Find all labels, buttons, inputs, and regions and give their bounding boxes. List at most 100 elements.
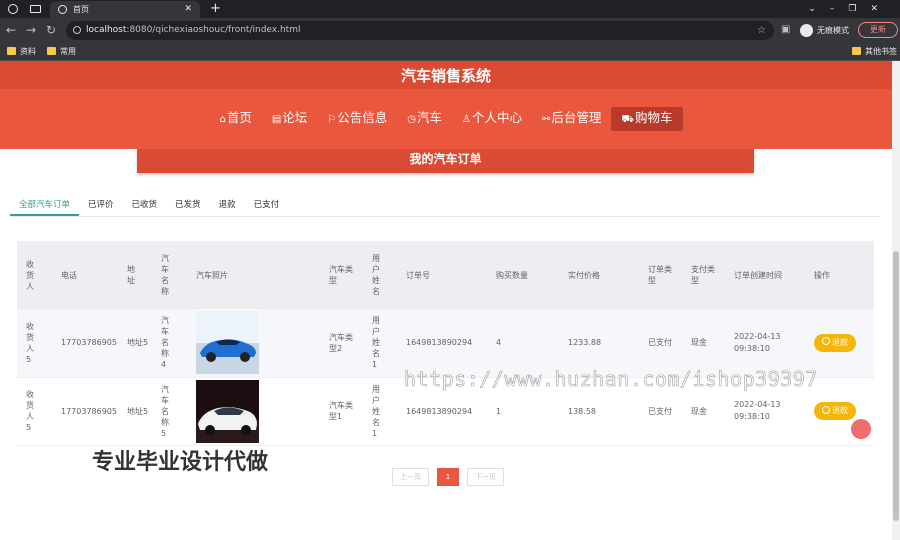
nav-cars[interactable]: ◷汽车 [397, 107, 452, 131]
column-header: 收货人 [26, 259, 34, 291]
address-cell: 地址5 [127, 338, 149, 348]
cart-icon: ⛟ [621, 114, 635, 125]
site-info-icon[interactable] [73, 26, 81, 34]
nav-label: 论坛 [282, 110, 308, 125]
close-tab-icon[interactable]: ✕ [184, 1, 192, 18]
table-header-row: 收货人 电话 地址 汽车名称 汽车照片 汽车类型 用户姓名 订单号 购买数量 实… [17, 241, 874, 309]
column-header: 操作 [810, 241, 874, 309]
car-photo-cell [192, 377, 325, 446]
car-name-cell: 汽车名称5 [161, 384, 169, 438]
tab-paid[interactable]: 已支付 [245, 195, 289, 216]
incognito-label: 无痕模式 [817, 26, 849, 35]
receiver-cell: 收货人5 [26, 321, 34, 364]
other-bookmarks[interactable]: 其他书签 [852, 43, 897, 60]
column-header: 订单号 [402, 241, 492, 309]
nav-label: 后台管理 [551, 110, 602, 125]
new-tab-button[interactable]: + [210, 0, 221, 18]
nav-label: 首页 [226, 110, 252, 125]
column-header: 购买数量 [492, 241, 564, 309]
page-number-current[interactable]: 1 [437, 468, 459, 486]
link-icon: ⚯ [542, 114, 551, 125]
column-header: 订单类型 [648, 265, 672, 285]
tab-reviewed[interactable]: 已评价 [79, 195, 123, 216]
browser-tab[interactable]: 首页 ✕ [50, 1, 200, 18]
nav-forum[interactable]: ▤论坛 [262, 107, 317, 131]
address-cell: 地址5 [127, 406, 149, 416]
column-header: 电话 [51, 241, 123, 309]
refund-icon [822, 405, 830, 414]
forum-icon: ▤ [271, 114, 282, 125]
refund-label: 退款 [832, 406, 848, 415]
order-type-cell: 已支付 [648, 338, 672, 348]
action-cell: 退款 [810, 309, 874, 378]
refund-icon [822, 337, 830, 346]
user-name-cell: 用户姓名1 [372, 316, 380, 370]
back-icon[interactable]: ← [6, 22, 16, 38]
nav-notices[interactable]: ⚐公告信息 [317, 107, 397, 131]
column-header: 实付价格 [564, 241, 644, 309]
forward-icon[interactable]: → [26, 22, 36, 38]
car-photo[interactable] [196, 379, 259, 443]
column-header: 用户姓名 [372, 254, 380, 296]
browser-menu-icon[interactable] [8, 4, 18, 14]
order-type-cell: 已支付 [648, 406, 672, 416]
update-button[interactable]: 更新 [858, 22, 898, 38]
nav-admin[interactable]: ⚯后台管理 [532, 107, 611, 131]
refund-label: 退款 [832, 337, 848, 347]
column-header: 汽车照片 [192, 241, 325, 309]
clock-icon: ◷ [407, 114, 417, 125]
nav-home[interactable]: ⌂首页 [209, 107, 261, 131]
site-header: 汽车销售系统 ⌂首页 ▤论坛 ⚐公告信息 ◷汽车 ♙个人中心 ⚯后台管理 ⛟购物… [0, 61, 892, 149]
prev-page-button[interactable]: 上一页 [392, 468, 429, 486]
tab-refund[interactable]: 退款 [210, 195, 245, 216]
tab-shipped[interactable]: 已发货 [166, 195, 210, 216]
column-header: 汽车类型 [329, 265, 353, 285]
nav-label: 购物车 [635, 110, 673, 125]
cursor-highlight [851, 419, 871, 439]
tab-search-icon[interactable] [30, 5, 41, 13]
bookmark-folder[interactable]: 常用 [47, 43, 76, 60]
url-host: localhost [86, 25, 127, 35]
browser-title-bar: 首页 ✕ + ⌄–❐✕ [0, 0, 900, 18]
car-type-cell: 汽车类型2 [329, 332, 353, 353]
bookmark-folder[interactable]: 资料 [7, 43, 36, 60]
scrollbar-thumb[interactable] [893, 251, 899, 521]
url-bar[interactable]: localhost:8080/qichexiaoshouc/front/inde… [66, 21, 774, 40]
car-photo-cell [192, 309, 325, 378]
page-content: 汽车销售系统 ⌂首页 ▤论坛 ⚐公告信息 ◷汽车 ♙个人中心 ⚯后台管理 ⛟购物… [0, 61, 892, 540]
orders-table: 收货人 电话 地址 汽车名称 汽车照片 汽车类型 用户姓名 订单号 购买数量 实… [17, 241, 874, 446]
refund-button[interactable]: 退款 [814, 402, 856, 420]
car-photo[interactable] [196, 311, 259, 375]
next-page-button[interactable]: 下一页 [467, 468, 504, 486]
bookmarks-bar: 资料 常用 其他书签 [0, 43, 900, 61]
side-panel-icon[interactable]: ▣ [781, 22, 790, 38]
home-icon: ⌂ [219, 114, 226, 125]
column-header: 支付类型 [691, 265, 715, 285]
user-icon: ♙ [462, 114, 471, 125]
main-nav: ⌂首页 ▤论坛 ⚐公告信息 ◷汽车 ♙个人中心 ⚯后台管理 ⛟购物车 [0, 107, 892, 131]
car-name-cell: 汽车名称4 [161, 316, 169, 370]
orders-title-banner: 我的汽车订单 [137, 149, 754, 173]
tab-all-orders[interactable]: 全部汽车订单 [10, 195, 80, 216]
reload-icon[interactable]: ↻ [46, 22, 56, 38]
bookmark-star-icon[interactable]: ☆ [757, 21, 766, 40]
tab-received[interactable]: 已收货 [123, 195, 167, 216]
phone-cell: 17703786905 [51, 309, 123, 378]
flag-icon: ⚐ [327, 114, 337, 125]
refund-button[interactable]: 退款 [814, 333, 856, 352]
nav-label: 个人中心 [472, 110, 523, 125]
user-name-cell: 用户姓名1 [372, 384, 380, 438]
column-header: 地址 [127, 265, 135, 285]
page-scrollbar[interactable] [892, 61, 900, 540]
incognito-indicator[interactable]: 无痕模式 [800, 21, 849, 40]
receiver-cell: 收货人5 [26, 390, 34, 432]
globe-icon [58, 5, 67, 14]
nav-label: 公告信息 [337, 110, 388, 125]
order-status-tabs: 全部汽车订单 已评价 已收货 已发货 退款 已支付 [10, 195, 880, 217]
column-header: 订单创建时间 [730, 241, 810, 309]
window-controls[interactable]: ⌄–❐✕ [808, 0, 892, 18]
site-title: 汽车销售系统 [400, 67, 491, 85]
nav-cart[interactable]: ⛟购物车 [611, 107, 683, 131]
tab-title: 首页 [73, 5, 89, 14]
nav-profile[interactable]: ♙个人中心 [452, 107, 532, 131]
